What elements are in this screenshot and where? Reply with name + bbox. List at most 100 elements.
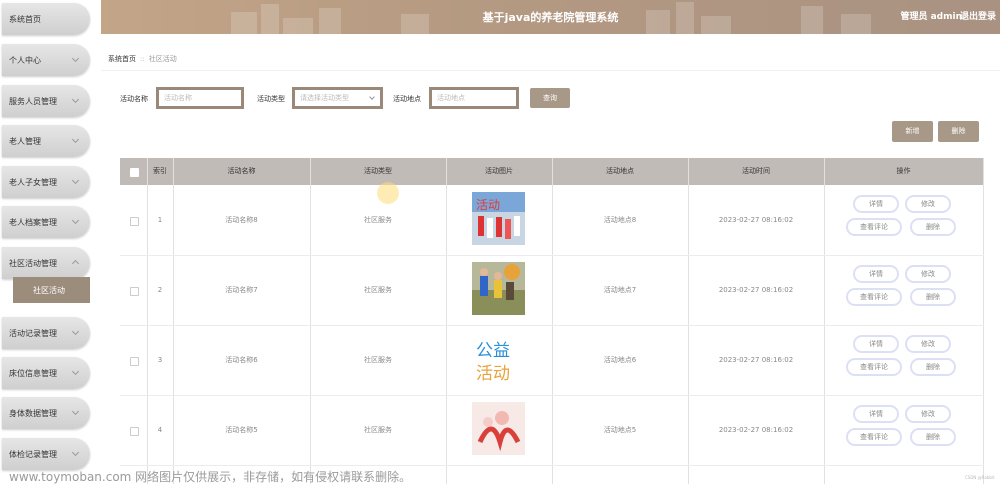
cell-name: 活动名称5 [225,426,258,434]
chevron-down-icon [71,407,80,416]
activity-photo [472,262,525,315]
sidebar-item-label: 老人档案管理 [9,217,57,227]
table-header-cell: 操作 [896,167,911,175]
sidebar-item-5[interactable]: 老人档案管理 [2,206,90,238]
chevron-down-icon [71,54,80,63]
sidebar-item-label: 系统首页 [9,14,41,24]
comments-button[interactable]: 查看评论 [846,218,902,236]
table-header-cell: 索引 [153,167,167,175]
sidebar-subitem-community-activity[interactable]: 社区活动 [13,277,90,303]
table-row: 3 活动名称6 社区服务 活动地点6 2023-02-27 08:16:02 公益活动 详情… [120,325,984,396]
cell-place: 活动地点8 [603,216,637,224]
row-checkbox[interactable] [130,427,139,436]
sidebar-item-2[interactable]: 服务人员管理 [2,85,90,117]
query-button[interactable]: 查询 [530,88,570,108]
edit-button[interactable]: 修改 [905,405,951,423]
delete-button[interactable]: 删除 [910,288,956,306]
table-header-cell: 活动图片 [485,167,513,175]
detail-button[interactable]: 详情 [853,195,899,213]
cell-time: 2023-02-27 08:16:02 [718,216,794,224]
table-header-cell: 活动类型 [364,167,392,175]
detail-button[interactable]: 详情 [853,265,899,283]
sidebar-item-0[interactable]: 系统首页 [2,3,90,35]
breadcrumb-separator: :: [140,55,145,63]
breadcrumb-home[interactable]: 系统首页 [108,55,136,63]
edit-button[interactable]: 修改 [905,265,951,283]
comments-button[interactable]: 查看评论 [846,288,902,306]
activity-photo: 公益 活动 [472,332,525,385]
cell-place: 活动地点5 [603,426,637,434]
chevron-down-icon [71,95,80,104]
cell-time: 2023-02-27 08:16:02 [718,286,794,294]
sidebar-item-4[interactable]: 老人子女管理 [2,166,90,198]
delete-button[interactable]: 删除 [910,358,956,376]
comments-button[interactable]: 查看评论 [846,428,902,446]
cell-name: 活动名称8 [225,216,258,224]
activity-type-label: 活动类型 [257,95,285,103]
batch-delete-button[interactable]: 删除 [938,121,979,142]
cell-index: 3 [157,356,163,364]
sidebar-item-9[interactable]: 身体数据管理 [2,397,90,429]
watermark-text: www.toymoban.com 网络图片仅供展示，非存储，如有侵权请联系删除。 [9,470,412,484]
sidebar: 系统首页个人中心服务人员管理 老人管理老人子女管理老人档案管理社区活动管理活动记录… [0,0,95,484]
sidebar-item-6[interactable]: 社区活动管理 [2,247,90,279]
cursor-highlight [377,182,399,204]
cell-index: 4 [157,426,163,434]
sidebar-item-label: 体检记录管理 [9,449,57,459]
add-button[interactable]: 新增 [892,121,933,142]
table-header-cell: 活动名称 [227,167,256,175]
chevron-down-icon [71,448,80,457]
sidebar-item-10[interactable]: 体检记录管理 [2,438,90,470]
delete-button[interactable]: 删除 [910,218,956,236]
activity-photo [472,402,525,455]
table-header-cell: 活动时间 [742,167,770,175]
svg-text:活动: 活动 [476,198,500,212]
activity-place-input[interactable]: 活动地点 [429,87,519,109]
activity-photo: 活动 [472,192,525,245]
logout-link[interactable]: 退出登录 [960,9,996,22]
chevron-down-icon [71,135,80,144]
row-checkbox[interactable] [130,217,139,226]
sidebar-item-label: 活动记录管理 [9,328,57,338]
detail-button[interactable]: 详情 [853,405,899,423]
sidebar-item-label: 服务人员管理 [9,96,57,106]
breadcrumb: 系统首页:: 社区活动 [108,54,177,64]
divider [101,70,1000,71]
cell-place: 活动地点6 [603,356,637,364]
chevron-down-icon [71,367,80,376]
sidebar-item-1[interactable]: 个人中心 [2,44,90,76]
cell-type: 社区服务 [364,356,392,364]
photo-caption-top: 公益 [476,341,510,361]
breadcrumb-current: 社区活动 [148,55,177,63]
row-checkbox[interactable] [130,287,139,296]
cell-index: 2 [157,286,163,294]
cell-name: 活动名称7 [225,286,258,294]
activity-type-select[interactable]: 请选择活动类型 [292,87,383,109]
sidebar-item-8[interactable]: 床位信息管理 [2,357,90,389]
cell-type: 社区服务 [364,426,392,434]
sidebar-item-label: 老人管理 [9,136,41,146]
edit-button[interactable]: 修改 [905,195,951,213]
table-row: 1 活动名称8 社区服务 活动地点8 2023-02-27 08:16:02 活动 详情 修改… [120,185,984,256]
site-title: 基于java的养老院管理系统 [482,11,619,24]
comments-button[interactable]: 查看评论 [846,358,902,376]
cell-time: 2023-02-27 08:16:02 [718,356,794,364]
chevron-down-icon [71,216,80,225]
activity-name-input[interactable]: 活动名称 [156,87,244,109]
edit-button[interactable]: 修改 [905,335,951,353]
corner-mark: CSDN @Rabbit [965,475,995,480]
sidebar-item-label: 床位信息管理 [9,368,57,378]
chevron-down-icon [71,176,80,185]
delete-button[interactable]: 删除 [910,428,956,446]
detail-button[interactable]: 详情 [853,335,899,353]
sidebar-item-3[interactable]: 老人管理 [2,125,90,157]
sidebar-item-label: 身体数据管理 [9,408,57,418]
row-checkbox[interactable] [130,357,139,366]
sidebar-item-7[interactable]: 活动记录管理 [2,317,90,349]
select-all-checkbox[interactable] [130,168,139,177]
table-row: 4 活动名称5 社区服务 活动地点5 2023-02-27 08:16:02 详情 修改 查看… [120,395,984,466]
photo-caption-bottom: 活动 [476,364,510,384]
top-header: 基于java的养老院管理系统 管理员 admin 退出登录 [101,0,1000,34]
admin-label: 管理员 admin [900,12,962,22]
cell-name: 活动名称6 [225,356,258,364]
